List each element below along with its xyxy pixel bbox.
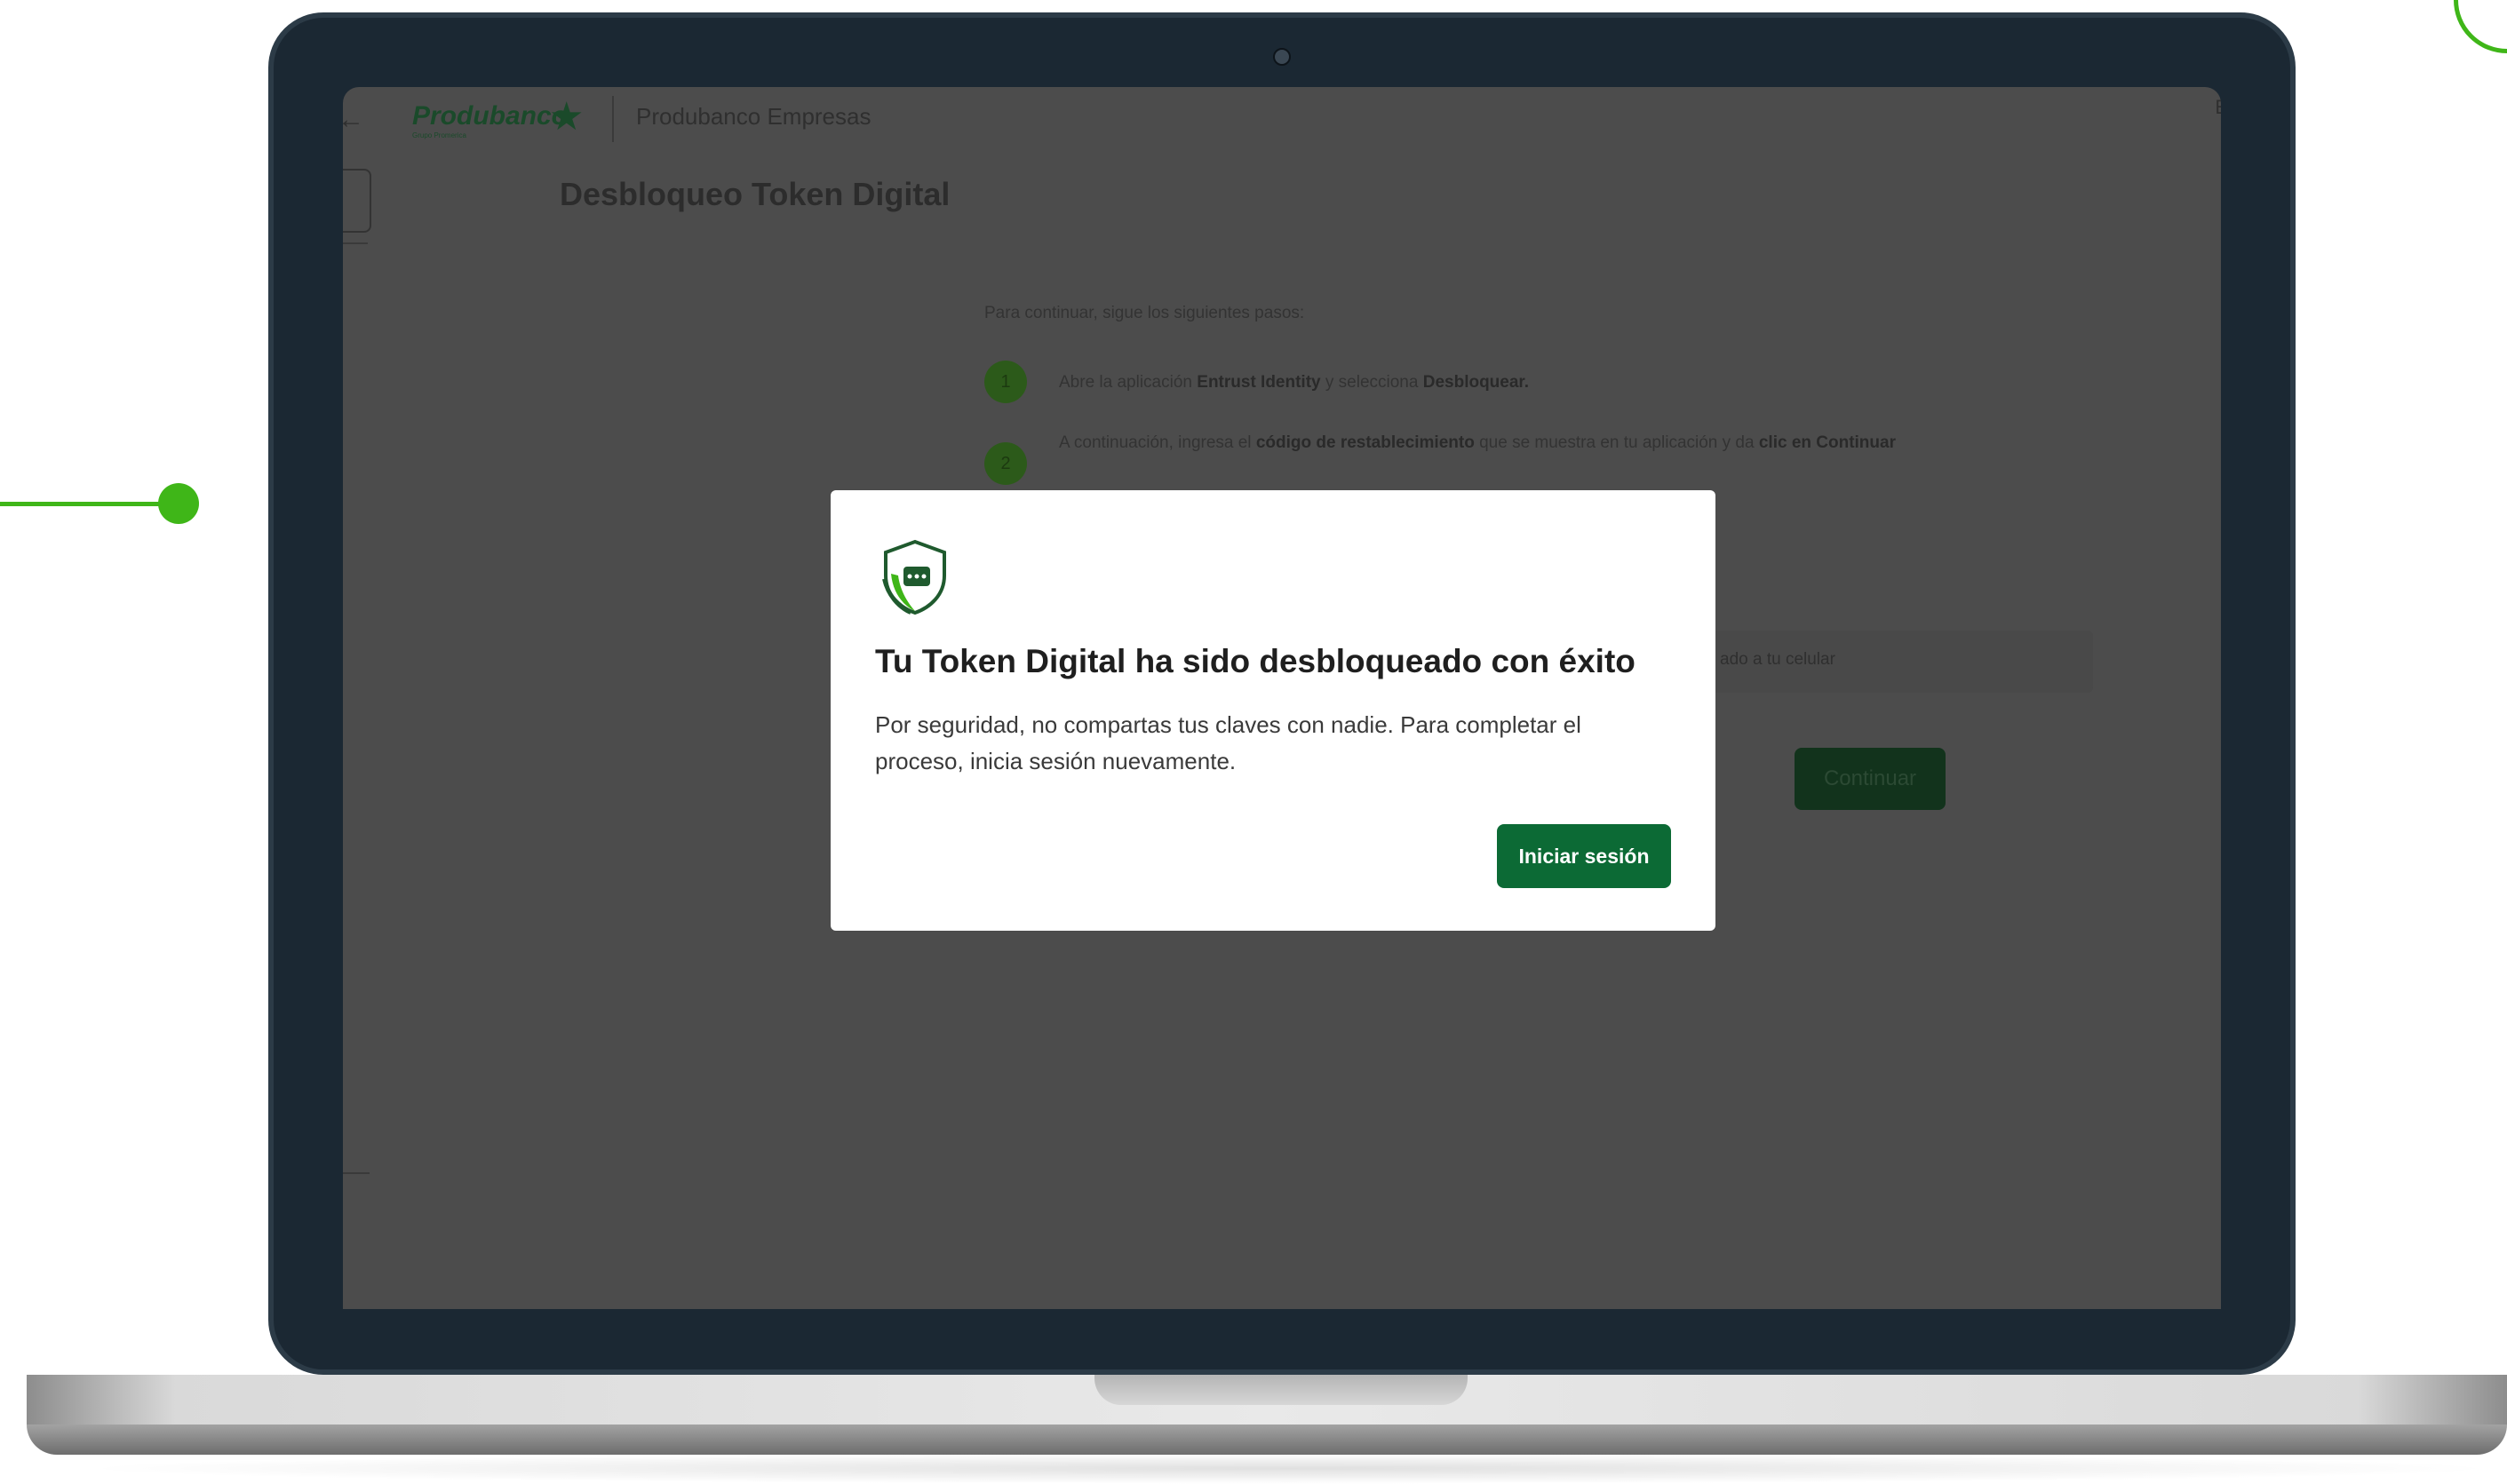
header-right-text: E [2215, 96, 2221, 119]
corner-decoration [2454, 0, 2507, 53]
modal-title: Tu Token Digital ha sido desbloqueado co… [875, 643, 1636, 679]
sidebar-button[interactable] [343, 169, 371, 233]
code-input-placeholder: ado a tu celular [1720, 650, 1835, 669]
connector-line [0, 502, 169, 506]
shield-check-icon [882, 539, 946, 615]
app-title: Produbanco Empresas [636, 103, 871, 130]
sidebar-divider [343, 242, 368, 244]
step-text: A continuación, ingresa el código de res… [1059, 430, 1930, 456]
brand-star-icon: ★ [549, 95, 585, 139]
step-text-part: y selecciona [1320, 373, 1423, 392]
app-header: ← Produbanco Grupo Promerica ★ Produbanc… [343, 87, 2221, 149]
brand-logo: Produbanco [412, 101, 569, 131]
page-title: Desbloqueo Token Digital [560, 176, 951, 212]
laptop-shadow [71, 1453, 2507, 1484]
connector-dot [158, 483, 199, 524]
laptop-base-edge [27, 1424, 2507, 1455]
steps-intro: Para continuar, sigue los siguientes pas… [984, 304, 1305, 322]
modal-message: Por seguridad, no compartas tus claves c… [875, 711, 1581, 774]
laptop-notch [1094, 1375, 1468, 1405]
step-number: 2 [984, 442, 1027, 485]
step-text-part: Abre la aplicación [1059, 373, 1198, 392]
step-text-bold: Desbloquear. [1422, 373, 1530, 392]
step-text: Abre la aplicación Entrust Identity y se… [1059, 369, 1930, 396]
step-text-bold: Entrust Identity [1197, 373, 1321, 392]
header-divider [612, 96, 614, 142]
step-text-part: A continuación, ingresa el [1059, 433, 1256, 452]
webcam-icon [1273, 48, 1291, 66]
step-text-bold: clic en Continuar [1758, 433, 1896, 452]
step-text-bold: código de restablecimiento [1255, 433, 1475, 452]
success-modal: Tu Token Digital ha sido desbloqueado co… [831, 490, 1715, 931]
brand-subtitle: Grupo Promerica [412, 131, 466, 139]
login-button[interactable]: Iniciar sesión [1497, 824, 1671, 888]
continue-button[interactable]: Continuar [1795, 748, 1946, 810]
back-arrow-icon[interactable]: ← [343, 105, 364, 135]
laptop-screen: ← Produbanco Grupo Promerica ★ Produbanc… [343, 87, 2221, 1309]
step-number: 1 [984, 361, 1027, 403]
step-text-part: que se muestra en tu aplicación y da [1474, 433, 1759, 452]
sidebar-divider-bottom [343, 1172, 370, 1174]
